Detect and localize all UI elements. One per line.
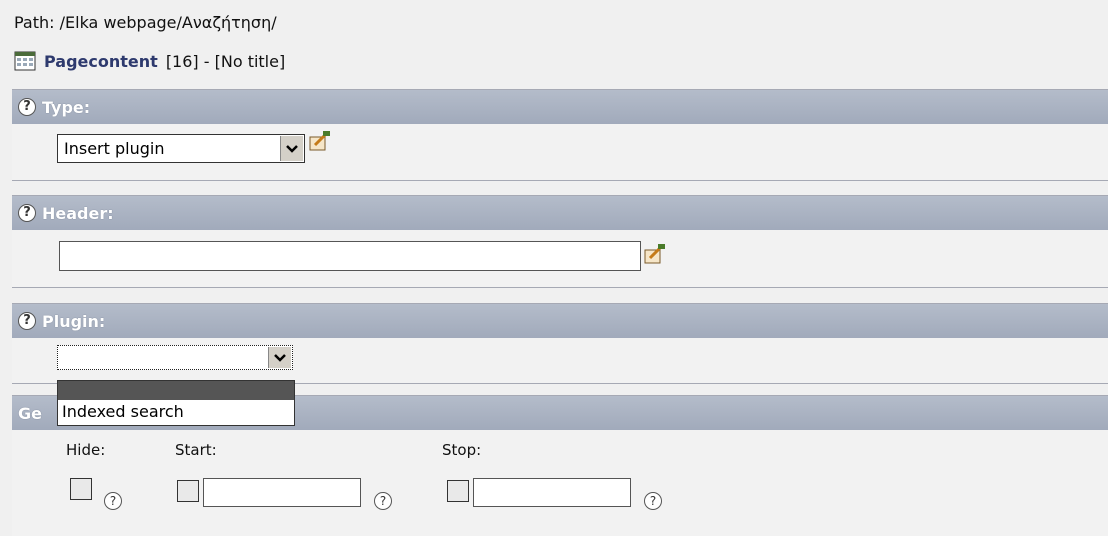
edit-wizard-icon[interactable] — [643, 243, 667, 265]
table-icon — [14, 51, 36, 71]
stop-input[interactable] — [473, 478, 631, 507]
header-title: Header: — [42, 203, 114, 223]
record-id: [16] - [No title] — [165, 51, 286, 71]
plugin-option-empty[interactable] — [58, 381, 294, 400]
start-input[interactable] — [203, 478, 361, 507]
stop-checkbox[interactable] — [447, 480, 469, 502]
breadcrumb-path: Path: /Elka webpage/Αναζήτηση/ — [14, 13, 277, 32]
start-checkbox[interactable] — [177, 480, 199, 502]
help-icon[interactable]: ? — [104, 492, 122, 510]
plugin-header: ? Plugin: — [12, 304, 1108, 338]
start-label: Start: — [175, 441, 217, 459]
chevron-down-icon[interactable] — [268, 347, 291, 368]
hide-checkbox[interactable] — [70, 478, 92, 500]
plugin-option-indexed-search[interactable]: Indexed search — [58, 400, 294, 424]
help-icon[interactable]: ? — [18, 312, 36, 330]
header-header: ? Header: — [12, 196, 1108, 230]
plugin-title: Plugin: — [42, 311, 106, 331]
stop-label: Stop: — [442, 441, 482, 459]
type-select[interactable]: Insert plugin — [57, 134, 305, 163]
record-header: Pagecontent [16] - [No title] — [14, 50, 285, 72]
type-section: ? Type: Insert plugin — [12, 89, 1108, 181]
type-title: Type: — [42, 97, 91, 117]
help-icon[interactable]: ? — [18, 204, 36, 222]
edit-wizard-icon[interactable] — [308, 130, 332, 152]
plugin-select[interactable] — [57, 345, 293, 370]
help-icon[interactable]: ? — [18, 98, 36, 116]
plugin-dropdown-list: Indexed search — [57, 380, 295, 426]
type-header: ? Type: — [12, 90, 1108, 124]
help-icon[interactable]: ? — [374, 492, 392, 510]
general-title: Ge — [18, 403, 42, 423]
header-section: ? Header: — [12, 195, 1108, 288]
chevron-down-icon[interactable] — [280, 136, 303, 161]
help-icon[interactable]: ? — [644, 492, 662, 510]
plugin-section: ? Plugin: — [12, 303, 1108, 384]
record-type[interactable]: Pagecontent — [44, 52, 158, 71]
header-input[interactable] — [59, 241, 641, 271]
hide-label: Hide: — [66, 441, 106, 459]
type-select-value: Insert plugin — [64, 139, 165, 158]
